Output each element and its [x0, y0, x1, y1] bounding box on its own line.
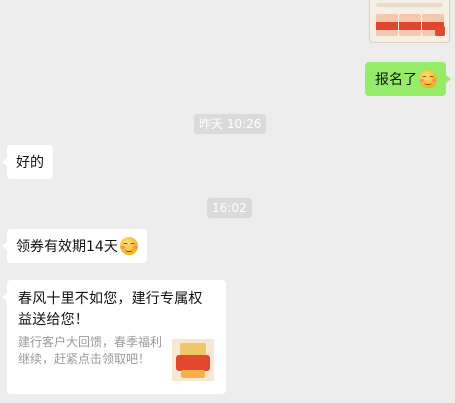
card-thumbnail-image — [172, 339, 214, 381]
thumbnail-badge — [435, 26, 445, 36]
message-text: 好的 — [16, 155, 44, 171]
smile-emoji-icon — [419, 70, 437, 88]
thumbnail-tile — [399, 14, 421, 36]
card-title: 春风十里不如您，建行专属权益送给您！ — [18, 291, 203, 328]
message-text: 领券有效期14天 — [16, 239, 118, 255]
received-message-bubble[interactable]: 领券有效期14天 — [2, 229, 147, 263]
card-description: 建行客户大回馈，春季福利继续，赶紧点击领取吧！ — [18, 335, 163, 366]
received-message-bubble[interactable]: 好的 — [2, 145, 53, 179]
sent-message-bubble[interactable]: 报名了 — [365, 62, 451, 96]
image-message-thumbnail[interactable] — [369, 0, 450, 43]
smile-emoji-icon — [119, 237, 138, 255]
message-text: 报名了 — [375, 72, 417, 88]
timestamp: 16:02 — [207, 198, 252, 218]
thumbnail-decoration — [376, 3, 443, 7]
thumbnail-tile — [376, 14, 398, 36]
timestamp: 昨天 10:26 — [194, 114, 267, 134]
link-card-message[interactable]: 春风十里不如您，建行专属权益送给您！ 建行客户大回馈，春季福利继续，赶紧点击领取… — [2, 280, 226, 394]
